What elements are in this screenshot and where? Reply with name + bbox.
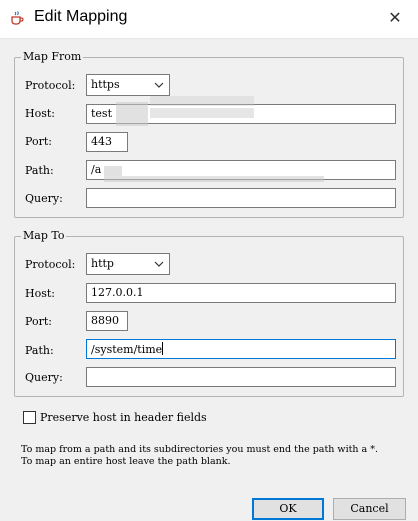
edit-mapping-dialog: { "window": { "title": "Edit Mapping", "… bbox=[0, 0, 418, 521]
close-icon[interactable]: ✕ bbox=[386, 9, 404, 27]
to-host-label: Host: bbox=[25, 287, 55, 300]
help-text-line-2: To map an entire host leave the path bla… bbox=[21, 456, 231, 467]
to-path-value: /system/time bbox=[91, 343, 163, 356]
to-query-field[interactable] bbox=[86, 367, 396, 387]
to-port-value: 8890 bbox=[91, 314, 119, 327]
from-port-field[interactable]: 443 bbox=[86, 132, 128, 152]
from-path-label: Path: bbox=[25, 164, 54, 177]
from-query-label: Query: bbox=[25, 192, 63, 205]
map-to-legend: Map To bbox=[21, 229, 67, 243]
to-port-label: Port: bbox=[25, 315, 52, 328]
cancel-button[interactable]: Cancel bbox=[333, 498, 406, 520]
from-query-field[interactable] bbox=[86, 188, 396, 208]
from-protocol-select[interactable]: https bbox=[86, 74, 170, 96]
to-port-field[interactable]: 8890 bbox=[86, 311, 128, 331]
window-title: Edit Mapping bbox=[34, 8, 128, 25]
to-host-value: 127.0.0.1 bbox=[91, 286, 144, 299]
to-host-field[interactable]: 127.0.0.1 bbox=[86, 283, 396, 303]
redacted-region bbox=[150, 96, 254, 106]
to-protocol-value: http bbox=[91, 257, 114, 270]
redacted-region bbox=[116, 102, 148, 126]
chevron-down-icon bbox=[154, 261, 164, 267]
ok-button[interactable]: OK bbox=[252, 498, 324, 520]
text-caret bbox=[162, 342, 164, 355]
redacted-region bbox=[104, 166, 122, 176]
from-protocol-label: Protocol: bbox=[25, 79, 76, 92]
preserve-host-checkbox[interactable] bbox=[23, 411, 36, 424]
to-protocol-label: Protocol: bbox=[25, 258, 76, 271]
preserve-host-label[interactable]: Preserve host in header fields bbox=[40, 411, 207, 425]
to-query-label: Query: bbox=[25, 371, 63, 384]
chevron-down-icon bbox=[154, 82, 164, 88]
to-protocol-select[interactable]: http bbox=[86, 253, 170, 275]
java-coffee-cup-icon bbox=[11, 11, 24, 25]
title-bar: Edit Mapping ✕ bbox=[0, 0, 418, 39]
redacted-region bbox=[104, 176, 324, 182]
from-host-value: test bbox=[91, 107, 112, 120]
from-path-value: /a bbox=[91, 163, 102, 176]
to-path-field[interactable]: /system/time bbox=[86, 339, 396, 359]
from-protocol-value: https bbox=[91, 78, 120, 91]
from-port-value: 443 bbox=[91, 135, 112, 148]
to-path-label: Path: bbox=[25, 344, 54, 357]
from-host-label: Host: bbox=[25, 107, 55, 120]
map-from-legend: Map From bbox=[21, 50, 84, 64]
from-port-label: Port: bbox=[25, 135, 52, 148]
help-text-line-1: To map from a path and its subdirectorie… bbox=[21, 444, 379, 455]
redacted-region bbox=[150, 108, 254, 118]
